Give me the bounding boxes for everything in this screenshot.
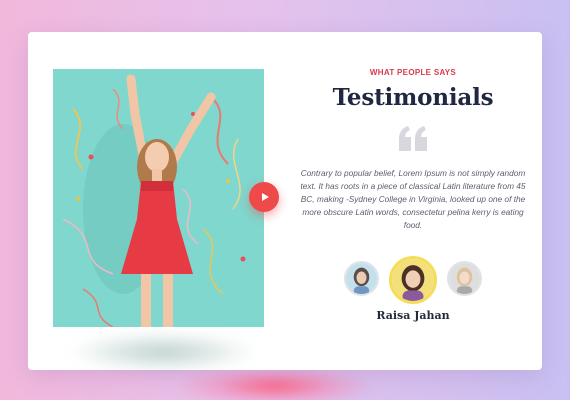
- testimonial-text: Contrary to popular belief, Lorem Ipsum …: [300, 168, 526, 230]
- photo-shadow: [68, 332, 258, 372]
- section-title: Testimonials: [332, 84, 494, 111]
- play-button[interactable]: [249, 182, 279, 212]
- section-eyebrow: WHAT PEOPLE SAYS: [369, 68, 457, 77]
- author-name: Raisa Jahan: [376, 309, 450, 322]
- avatar-previous[interactable]: [344, 261, 379, 296]
- avatar-next[interactable]: [447, 261, 482, 296]
- testimonial-card: WHAT PEOPLE SAYS Testimonials Contrary t…: [28, 32, 542, 372]
- quote-icon: [300, 125, 526, 159]
- play-icon: [261, 193, 269, 201]
- avatar-active[interactable]: [389, 256, 437, 304]
- avatar-carousel: [341, 256, 489, 306]
- testimonial-content: WHAT PEOPLE SAYS Testimonials Contrary t…: [300, 68, 526, 232]
- testimonial-photo: [53, 69, 264, 327]
